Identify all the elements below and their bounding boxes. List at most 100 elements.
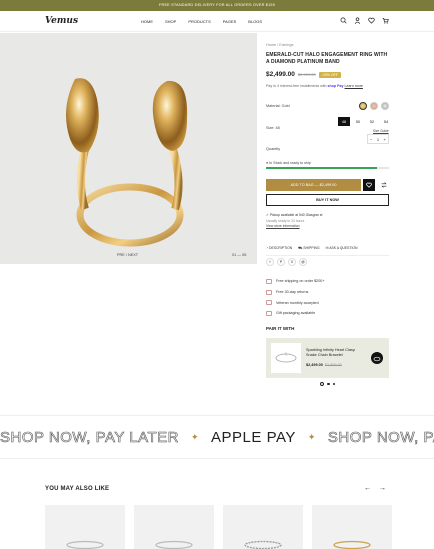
feature-item: Gift packaging available [266, 308, 324, 319]
gift-icon [266, 310, 272, 316]
carousel-dot[interactable] [320, 382, 324, 386]
product-image [66, 78, 188, 247]
carousel-dots [320, 382, 335, 386]
prev-next-control[interactable]: PRE / NEXT [117, 253, 138, 257]
feature-item: Free shipping on order $200+ [266, 276, 324, 287]
heart-icon[interactable] [368, 17, 375, 24]
marquee-text: SHOP NOW, PAY LATER ✦ APPLE PAY ✦ SHOP NOW, … [0, 429, 434, 447]
installment-info: Pay in 4 interest-free installments with… [266, 84, 363, 88]
product-title: EMERALD-CUT HALO ENGAGEMENT RING WITH A … [266, 52, 388, 65]
nav-home[interactable]: HOME [141, 19, 153, 24]
divider [266, 255, 389, 256]
swatch-gold[interactable] [359, 102, 367, 110]
related-arrows: ← → [364, 485, 386, 492]
product-gallery[interactable] [0, 33, 257, 264]
feature-item: Free 30-day returns [266, 287, 324, 298]
size-option[interactable]: 52 [365, 116, 379, 127]
quantity-label: Quantity [266, 147, 281, 151]
product-card[interactable] [312, 505, 392, 549]
size-option[interactable]: 50 [351, 116, 365, 127]
nav-blogs[interactable]: BLOGS [248, 19, 262, 24]
pickup-info: ✓ Pickup available at 540 Glasgow st Usu… [266, 213, 323, 230]
search-icon[interactable] [340, 17, 347, 24]
x-icon[interactable]: X [288, 258, 296, 266]
pickup-line: Pickup available at 540 Glasgow st [269, 213, 323, 217]
pair-product-image[interactable] [271, 343, 301, 373]
gallery-pager: 01 — 05 [232, 253, 247, 257]
buy-now-button[interactable]: BUY IT NOW [266, 194, 389, 206]
pinterest-icon[interactable]: P [277, 258, 285, 266]
eye-icon [373, 356, 381, 362]
facebook-icon[interactable]: f [266, 258, 274, 266]
bracelet-image [275, 352, 297, 363]
product-card[interactable] [45, 505, 125, 549]
ring-image [244, 540, 282, 549]
main-nav: HOME SHOP PRODUCTS PAGES BLOGS [141, 19, 262, 24]
stock-bar [266, 167, 389, 169]
nav-pages[interactable]: PAGES [223, 19, 237, 24]
nav-shop[interactable]: SHOP [165, 19, 176, 24]
compare-icon [380, 182, 387, 188]
pair-add-button[interactable] [371, 352, 383, 364]
material-selector: Material: Gold [266, 102, 389, 110]
size-selector: Size: 48 48 50 52 54 Size Guide [266, 116, 393, 134]
learn-more-link[interactable]: Learn more [345, 84, 363, 88]
carousel-dot[interactable] [327, 382, 330, 386]
pair-product-price: $2,499.00 $2,999.00 [306, 363, 342, 367]
product-actions: ◔ DESCRIPTION ⛟ SHIPPING ✉ ASK A QUESTIO… [266, 246, 357, 251]
arrow-left-icon[interactable]: ← [364, 485, 371, 492]
plus-icon[interactable]: + [384, 137, 386, 142]
returns-icon [266, 289, 272, 295]
ring-image [66, 540, 104, 549]
price-row: $2,499.00 $2,999.00 -20% OFF [266, 71, 341, 78]
quantity-value[interactable]: 1 [377, 137, 379, 142]
pair-product-card[interactable]: Sparkling Infinity Heart Clasp Snake Cha… [266, 338, 389, 378]
ring-image [155, 540, 193, 549]
site-header: Vemus HOME SHOP PRODUCTS PAGES BLOGS [0, 11, 434, 32]
swatch-silver[interactable] [381, 102, 389, 110]
account-icon[interactable] [354, 17, 361, 24]
shipping-icon [266, 278, 272, 284]
social-share: f P X @ [266, 258, 307, 266]
stock-bar-fill [266, 167, 377, 169]
quantity-stepper[interactable]: − 1 + [367, 134, 389, 144]
announcement-bar: FREE STANDARD DELIVERY FOR ALL ORDERS OV… [0, 0, 434, 11]
minus-icon[interactable]: − [370, 137, 372, 142]
shoppay-logo: shop Pay [327, 84, 344, 88]
add-to-cart-button[interactable]: ADD TO BAG — $2,499.00 [266, 179, 361, 191]
logo[interactable]: Vemus [45, 16, 78, 26]
store-info-link[interactable]: View store information [266, 224, 322, 230]
carousel-dot[interactable] [332, 382, 335, 386]
wishlist-button[interactable] [363, 179, 375, 191]
size-option[interactable]: 54 [379, 116, 393, 127]
star-icon: ✦ [307, 432, 316, 442]
feature-list: Free shipping on order $200+ Free 30-day… [266, 276, 324, 319]
ask-question-tab[interactable]: ✉ ASK A QUESTION [326, 246, 358, 251]
ring-image [333, 540, 371, 549]
size-guide-link[interactable]: Size Guide [373, 129, 389, 133]
shipping-tab[interactable]: ⛟ SHIPPING [298, 246, 319, 251]
price: $2,499.00 [266, 71, 295, 78]
old-price: $2,999.00 [297, 72, 316, 77]
nav-products[interactable]: PRODUCTS [188, 19, 210, 24]
header-icons [340, 17, 389, 24]
cart-icon[interactable] [382, 17, 389, 24]
size-option[interactable]: 48 [337, 116, 351, 127]
related-title: YOU MAY ALSO LIKE [45, 486, 110, 492]
cart-row: ADD TO BAG — $2,499.00 [266, 179, 389, 191]
stock-text: In Stock and ready to ship [269, 161, 311, 165]
marquee-banner: SHOP NOW, PAY LATER ✦ APPLE PAY ✦ SHOP NOW, … [0, 415, 434, 459]
star-icon: ✦ [191, 432, 200, 442]
discount-badge: -20% OFF [318, 71, 341, 78]
card-icon [266, 300, 272, 306]
compare-button[interactable] [378, 179, 389, 191]
product-card[interactable] [134, 505, 214, 549]
pair-title: PAIR IT WITH [266, 326, 295, 331]
product-card[interactable] [223, 505, 303, 549]
description-tab[interactable]: ◔ DESCRIPTION [266, 246, 292, 251]
pair-product-name[interactable]: Sparkling Infinity Heart Clasp Snake Cha… [306, 348, 361, 358]
swatch-rose-gold[interactable] [370, 102, 378, 110]
threads-icon[interactable]: @ [299, 258, 307, 266]
arrow-right-icon[interactable]: → [379, 485, 386, 492]
breadcrumb[interactable]: Home / Earrings [266, 43, 293, 47]
